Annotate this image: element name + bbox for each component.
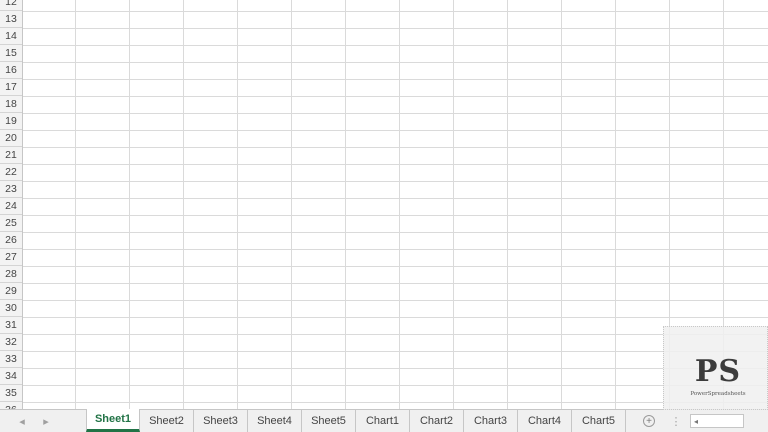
row-header[interactable]: 34 [0,368,22,385]
tab-sheet5[interactable]: Sheet5 [302,410,356,432]
sheet-tab-bar: ◂ ▸ Sheet1 Sheet2 Sheet3 Sheet4 Sheet5 Chart1… [0,409,768,432]
tab-sheet2[interactable]: Sheet2 [140,410,194,432]
chevron-right-icon: ▸ [43,415,49,428]
row-header[interactable]: 17 [0,79,22,96]
row-header[interactable]: 29 [0,283,22,300]
logo-mark: PS [694,354,742,389]
row-header[interactable]: 20 [0,130,22,147]
tab-chart3[interactable]: Chart3 [464,410,518,432]
tab-chart2[interactable]: Chart2 [410,410,464,432]
next-sheet-button[interactable]: ▸ [34,410,58,432]
row-headers: 12 13 14 15 16 17 18 19 20 21 22 23 24 25 26 27 28 29 30 31… [0,0,23,409]
row-header[interactable]: 12 [0,0,22,11]
row-header[interactable]: 26 [0,232,22,249]
prev-sheet-button[interactable]: ◂ [10,410,34,432]
logo-watermark: PS PowerSpreadsheets [663,326,768,410]
cell-area[interactable] [23,0,768,409]
more-options-button[interactable]: ⋮ [666,410,686,432]
row-header[interactable]: 13 [0,11,22,28]
row-header[interactable]: 33 [0,351,22,368]
row-header[interactable]: 36 [0,402,22,409]
row-header[interactable]: 16 [0,62,22,79]
tab-sheet4[interactable]: Sheet4 [248,410,302,432]
tab-sheet1[interactable]: Sheet1 [86,409,140,432]
row-header[interactable]: 27 [0,249,22,266]
sheet-tabs: Sheet1 Sheet2 Sheet3 Sheet4 Sheet5 Chart1 Char… [86,409,626,432]
row-header[interactable]: 23 [0,181,22,198]
row-header[interactable]: 14 [0,28,22,45]
plus-icon: + [643,415,655,427]
chevron-left-icon: ◂ [19,415,25,428]
row-header[interactable]: 21 [0,147,22,164]
sheet-nav: ◂ ▸ [0,410,86,432]
excel-window: 12 13 14 15 16 17 18 19 20 21 22 23 24 25 26 27 28 29 30 31… [0,0,768,432]
tab-chart4[interactable]: Chart4 [518,410,572,432]
row-header[interactable]: 31 [0,317,22,334]
row-header[interactable]: 22 [0,164,22,181]
horizontal-scrollbar[interactable]: ◂ [690,414,744,428]
row-header[interactable]: 24 [0,198,22,215]
tab-sheet3[interactable]: Sheet3 [194,410,248,432]
row-header[interactable]: 32 [0,334,22,351]
row-header[interactable]: 19 [0,113,22,130]
spreadsheet-grid: 12 13 14 15 16 17 18 19 20 21 22 23 24 25 26 27 28 29 30 31… [0,0,768,409]
row-header[interactable]: 35 [0,385,22,402]
row-header[interactable]: 18 [0,96,22,113]
row-header[interactable]: 15 [0,45,22,62]
row-header[interactable]: 25 [0,215,22,232]
scroll-left-icon[interactable]: ◂ [691,417,701,426]
tab-chart1[interactable]: Chart1 [356,410,410,432]
ellipsis-icon: ⋮ [670,415,682,428]
tab-chart5[interactable]: Chart5 [572,410,626,432]
row-header[interactable]: 30 [0,300,22,317]
logo-subtitle: PowerSpreadsheets [690,391,746,397]
new-sheet-button[interactable]: + [640,410,658,432]
row-header[interactable]: 28 [0,266,22,283]
